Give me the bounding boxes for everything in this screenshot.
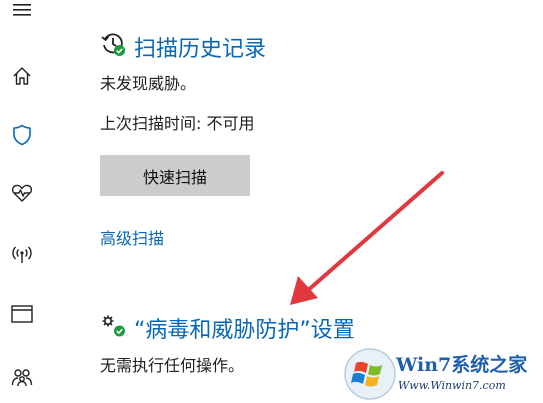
annotation-arrow (290, 171, 444, 305)
defender-page: 扫描历史记录 未发现威胁。 上次扫描时间: 不可用 快速扫描 高级扫描 “病毒和… (0, 0, 543, 403)
windows-logo-icon (344, 348, 396, 400)
watermark-url: Www.Winwin7.com (398, 379, 506, 392)
watermark-logo: Win7系统之家 Www.Winwin7.com (338, 344, 543, 403)
watermark-title: Win7系统之家 (396, 354, 528, 376)
